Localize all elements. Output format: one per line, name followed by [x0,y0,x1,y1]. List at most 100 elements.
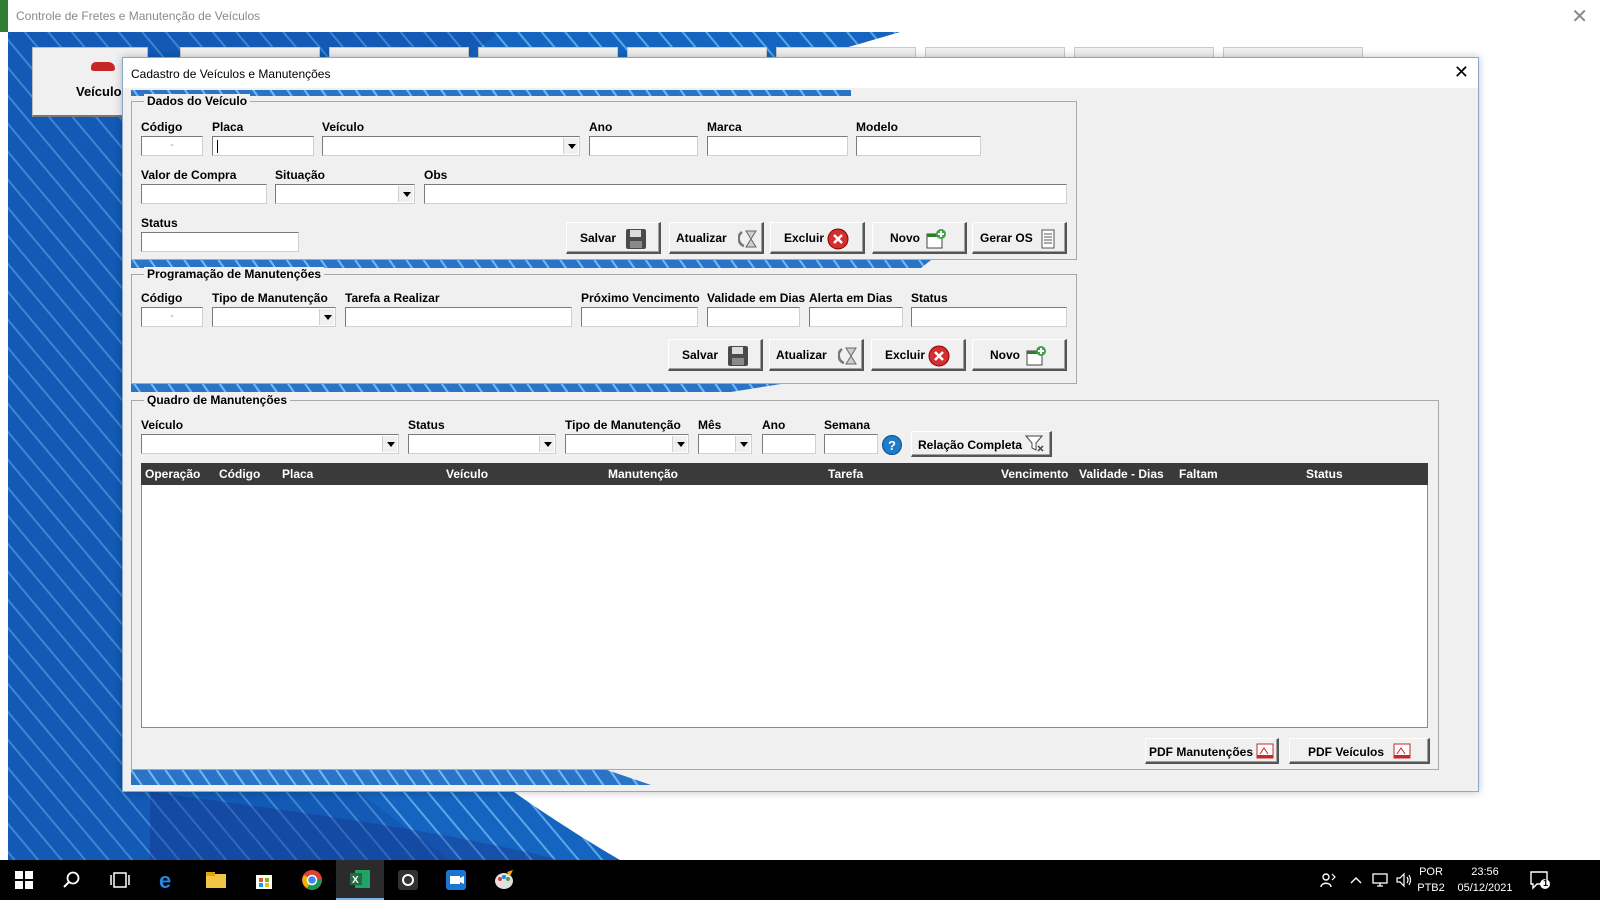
language-code: POR [1419,866,1443,878]
salvar-manutencao-button[interactable]: Salvar [668,339,763,371]
chevron-down-icon[interactable] [539,436,554,452]
validade-field[interactable] [707,307,800,327]
pdf-veiculos-button[interactable]: PDF Veículos [1289,738,1430,764]
col-veiculo[interactable]: Veículo [446,467,488,481]
col-faltam[interactable]: Faltam [1179,467,1218,481]
valor-compra-field[interactable] [141,184,267,204]
group-dados-veiculo: Dados do Veículo Código - Placa Veículo … [131,94,1077,260]
notification-icon[interactable]: 1 [1522,860,1558,900]
filtro-status-combo[interactable] [408,434,556,454]
ano-field[interactable] [589,136,698,156]
col-tarefa[interactable]: Tarefa [828,467,863,481]
label-codigo: Código [141,120,183,134]
search-icon[interactable] [48,860,96,900]
task-view-icon[interactable] [96,860,144,900]
grid-body[interactable] [141,485,1428,728]
paint-icon[interactable] [480,860,528,900]
label-obs: Obs [424,168,448,182]
pdf-icon [1256,743,1274,759]
chevron-down-icon[interactable] [563,138,578,154]
modelo-field[interactable] [856,136,981,156]
dialog-body: Dados do Veículo Código - Placa Veículo … [131,88,1474,785]
label-veiculo: Veículo [322,120,365,134]
status-field[interactable] [141,232,299,252]
col-vencimento[interactable]: Vencimento [1001,467,1068,481]
file-explorer-icon[interactable] [192,860,240,900]
people-icon[interactable] [1312,860,1344,900]
proximo-vencimento-field[interactable] [581,307,698,327]
pdf-manutencoes-button[interactable]: PDF Manutenções [1145,738,1279,764]
chevron-down-icon[interactable] [398,186,413,202]
prog-status-field[interactable] [911,307,1067,327]
chevron-down-icon[interactable] [735,436,750,452]
language-indicator[interactable]: POR PTB2 [1414,864,1448,896]
chevron-down-icon[interactable] [672,436,687,452]
salvar-veiculo-button[interactable]: Salvar [566,222,661,254]
chevron-down-icon[interactable] [319,309,334,325]
excluir-veiculo-button[interactable]: Excluir [770,222,865,254]
novo-veiculo-button[interactable]: Novo [872,222,967,254]
windows-start-icon[interactable] [0,860,48,900]
chevron-down-icon[interactable] [382,436,397,452]
col-validade[interactable]: Validade - Dias [1079,467,1164,481]
filtro-ano-field[interactable] [762,434,816,454]
store-icon[interactable] [240,860,288,900]
relacao-completa-label: Relação Completa [918,438,1023,452]
novo-label: Novo [990,348,1020,362]
app-camera-icon[interactable] [384,860,432,900]
gerar-os-label: Gerar OS [980,231,1033,245]
chevron-up-icon[interactable] [1344,860,1368,900]
network-icon[interactable] [1368,860,1392,900]
add-new-icon [1026,346,1046,366]
salvar-label: Salvar [682,348,719,362]
delete-x-icon [928,345,950,367]
col-status[interactable]: Status [1306,467,1343,481]
situacao-combo[interactable] [275,184,415,204]
label-proximo-vencimento: Próximo Vencimento [581,291,700,305]
marca-field[interactable] [707,136,848,156]
app-close-icon[interactable]: ✕ [1571,4,1588,29]
col-manutencao[interactable]: Manutenção [608,467,678,481]
novo-manutencao-button[interactable]: Novo [972,339,1067,371]
filtro-semana-field[interactable] [824,434,878,454]
label-tarefa: Tarefa a Realizar [345,291,440,305]
label-ano: Ano [589,120,613,134]
clock[interactable]: 23:56 05/12/2021 [1450,864,1520,896]
help-icon[interactable]: ? [882,435,902,455]
atualizar-manutencao-button[interactable]: Atualizar [769,339,864,371]
dialog-close-icon[interactable]: ✕ [1454,62,1469,83]
label-filtro-tipo: Tipo de Manutenção [565,418,681,432]
filtro-veiculo-combo[interactable] [141,434,399,454]
excluir-manutencao-button[interactable]: Excluir [871,339,966,371]
keyboard-layout: PTB2 [1417,882,1445,894]
pdf-manutencoes-label: PDF Manutenções [1149,745,1254,759]
alerta-field[interactable] [809,307,903,327]
app-title: Controle de Fretes e Manutenção de Veícu… [16,9,261,23]
app-meet-icon[interactable] [432,860,480,900]
group-quadro-title: Quadro de Manutenções [144,393,291,407]
placa-field[interactable] [212,136,314,156]
label-marca: Marca [707,120,742,134]
obs-field[interactable] [424,184,1067,204]
col-placa[interactable]: Placa [282,467,313,481]
gerar-os-button[interactable]: Gerar OS [972,222,1067,254]
relacao-completa-button[interactable]: Relação Completa [911,431,1052,457]
label-prog-codigo: Código [141,291,183,305]
chrome-icon[interactable] [288,860,336,900]
add-new-icon [926,229,946,249]
tipo-manutencao-combo[interactable] [212,307,336,327]
codigo-field[interactable]: - [141,136,203,156]
col-codigo[interactable]: Código [219,467,260,481]
edge-icon[interactable]: e [144,860,192,900]
text-caret [217,140,218,153]
filtro-mes-combo[interactable] [698,434,752,454]
veiculo-combo[interactable] [322,136,580,156]
tab-veiculos-label: Veículos [76,84,129,99]
prog-codigo-field[interactable]: - [141,307,203,327]
col-operacao[interactable]: Operação [145,467,200,481]
tarefa-field[interactable] [345,307,572,327]
excel-icon[interactable]: X [336,860,384,900]
atualizar-veiculo-button[interactable]: Atualizar [669,222,764,254]
filtro-tipo-combo[interactable] [565,434,689,454]
volume-icon[interactable] [1392,860,1416,900]
